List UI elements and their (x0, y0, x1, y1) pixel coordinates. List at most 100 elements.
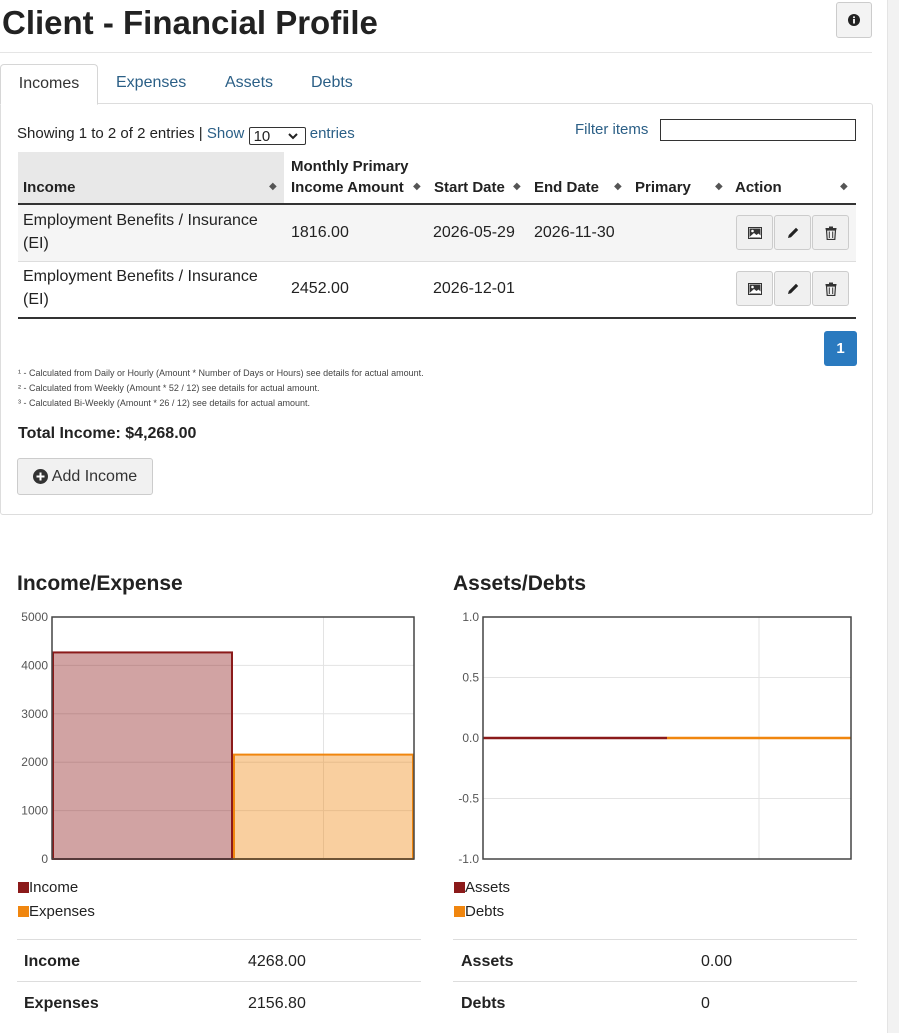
tab-incomes[interactable]: Incomes (0, 64, 98, 105)
income-name: (EI) (23, 291, 49, 308)
y-tick-label: 5000 (21, 610, 48, 624)
chevron-down-icon (287, 133, 298, 140)
add-income-button[interactable]: Add Income (17, 458, 153, 495)
y-tick-label: 0.0 (462, 731, 479, 745)
col-primary[interactable]: Primary (635, 179, 691, 196)
total-income: Total Income: $4,268.00 (18, 425, 197, 442)
income-name: Employment Benefits / Insurance (23, 212, 258, 229)
title-divider (0, 52, 872, 53)
filter-input[interactable] (660, 119, 856, 141)
legend-assets: Assets (454, 879, 510, 896)
y-tick-label: -0.5 (458, 792, 479, 806)
y-tick-label: 1.0 (462, 610, 479, 624)
tab-assets[interactable]: Assets (225, 64, 273, 103)
summary-expenses-value: 2156.80 (248, 995, 306, 1012)
col-amount-line1[interactable]: Monthly Primary (291, 158, 409, 175)
summary-debts-value: 0 (701, 995, 710, 1012)
tab-expenses[interactable]: Expenses (116, 64, 186, 103)
edit-button[interactable] (774, 215, 811, 250)
pencil-icon (787, 283, 798, 294)
delete-button[interactable] (812, 271, 849, 306)
footnote-1: ¹ - Calculated from Daily or Hourly (Amo… (18, 368, 424, 378)
legend-swatch (18, 906, 29, 917)
legend-label: Debts (465, 903, 505, 920)
page-scrollbar[interactable] (887, 0, 899, 1033)
summary-assets-value: 0.00 (701, 953, 733, 970)
add-income-label: Add Income (51, 467, 138, 485)
page-title: Client - Financial Profile (2, 4, 378, 41)
bar-expenses (233, 753, 414, 861)
col-amount-line2[interactable]: Income Amount (291, 179, 404, 196)
plus-circle-icon (32, 469, 48, 484)
col-start-date[interactable]: Start Date (434, 179, 505, 196)
page-size-select[interactable]: 10 (248, 127, 306, 145)
image-icon (747, 282, 762, 295)
showing-text: Showing 1 to 2 of 2 entries | (17, 125, 203, 142)
table-bottom-rule (18, 317, 856, 319)
y-tick-label: 1000 (21, 804, 48, 818)
y-tick-label: 3000 (21, 707, 48, 721)
summary-expenses-label: Expenses (24, 995, 99, 1012)
footnote-3: ³ - Calculated Bi-Weekly (Amount * 26 / … (18, 398, 310, 408)
table-info: Showing 1 to 2 of 2 entries | Show 10 en… (17, 125, 355, 145)
summary-income-value: 4268.00 (248, 953, 306, 970)
show-label: Show (206, 125, 245, 142)
delete-button[interactable] (812, 215, 849, 250)
sort-icon[interactable]: ◆ (413, 181, 421, 192)
trash-icon (825, 282, 836, 296)
col-end-date[interactable]: End Date (534, 179, 599, 196)
sort-icon[interactable]: ◆ (269, 181, 277, 192)
income-amount: 2452.00 (291, 280, 349, 297)
assets-debts-chart-title: Assets/Debts (453, 572, 587, 595)
legend-debts: Debts (454, 903, 504, 920)
legend-expenses: Expenses (18, 903, 95, 920)
income-name: Employment Benefits / Insurance (23, 268, 258, 285)
summary-assets-label: Assets (461, 953, 514, 970)
income-expense-chart-title: Income/Expense (17, 572, 183, 595)
summary-divider (453, 939, 857, 940)
entries-label: entries (309, 125, 355, 142)
info-button[interactable] (836, 2, 872, 38)
footnote-2: ² - Calculated from Weekly (Amount * 52 … (18, 383, 320, 393)
info-circle-icon (848, 14, 860, 26)
income-name: (EI) (23, 235, 49, 252)
summary-divider (17, 981, 421, 982)
assets-debts-chart: -1.0 -0.5 0.0 0.5 1.0 (458, 610, 852, 866)
sort-icon[interactable]: ◆ (513, 181, 521, 192)
y-tick-label: 0 (41, 852, 48, 866)
y-tick-label: -1.0 (458, 852, 479, 866)
end-date: 2026-11-30 (534, 224, 615, 241)
legend-swatch (18, 882, 29, 893)
legend-income: Income (18, 879, 78, 896)
tab-debts[interactable]: Debts (311, 64, 353, 103)
view-button[interactable] (736, 271, 773, 306)
y-tick-label: 2000 (21, 755, 48, 769)
legend-label: Expenses (29, 903, 95, 920)
col-action[interactable]: Action (735, 179, 782, 196)
page-size-value: 10 (253, 128, 271, 145)
start-date: 2026-05-29 (433, 224, 515, 241)
image-icon (747, 226, 762, 239)
col-income[interactable]: Income (23, 179, 76, 196)
pagination-page-1[interactable]: 1 (824, 331, 857, 366)
summary-divider (17, 939, 421, 940)
legend-swatch (454, 906, 465, 917)
view-button[interactable] (736, 215, 773, 250)
tab-bar: Incomes Expenses Assets Debts (0, 64, 872, 105)
sort-icon[interactable]: ◆ (840, 181, 848, 192)
y-tick-label: 0.5 (462, 671, 479, 685)
trash-icon (825, 226, 836, 240)
pencil-icon (787, 227, 798, 238)
sort-icon[interactable]: ◆ (715, 181, 723, 192)
legend-swatch (454, 882, 465, 893)
income-header-cell[interactable] (18, 152, 284, 204)
income-amount: 1816.00 (291, 224, 349, 241)
bar-income (52, 651, 233, 860)
sort-icon[interactable]: ◆ (614, 181, 622, 192)
summary-debts-label: Debts (461, 995, 506, 1012)
edit-button[interactable] (774, 271, 811, 306)
start-date: 2026-12-01 (433, 280, 515, 297)
summary-divider (453, 981, 857, 982)
income-expense-chart: 0 1000 2000 3000 4000 5000 (21, 610, 415, 866)
y-tick-label: 4000 (21, 658, 48, 672)
